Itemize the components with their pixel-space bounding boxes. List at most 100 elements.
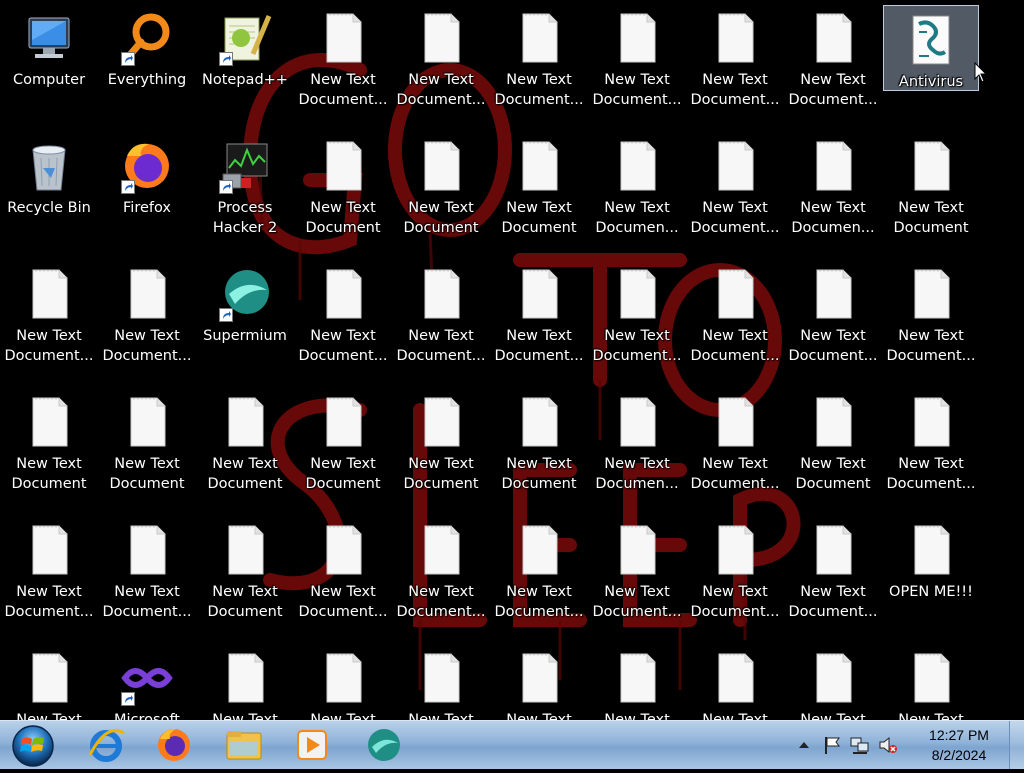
desktop-icon[interactable]: Computer [1,4,97,124]
desktop-icon[interactable]: Microsoft [99,644,195,720]
desktop-icon[interactable]: New Text Document ... [99,388,195,508]
desktop-icon[interactable]: New Text Document... [785,4,881,124]
desktop-icon-label: New Text Document... [298,328,388,364]
recycle-bin-icon [21,138,77,194]
desktop-icon[interactable]: New Text Document (... [491,388,587,508]
desktop-icon[interactable]: Antivirus [883,5,979,91]
taskbar-clock[interactable]: 12:27 PM 8/2/2024 [924,725,994,765]
text-file-icon [805,138,861,194]
desktop-icon-label: New Text Document ... [893,200,969,236]
desktop-icon-label: New Text Document... [396,584,486,620]
desktop-icon[interactable]: New Text Document ... [197,516,293,636]
desktop-icon-label: Microsoft [114,712,180,720]
text-file-icon [21,650,77,706]
text-file-icon [707,522,763,578]
desktop-icon[interactable]: New Text Document... [1,260,97,380]
desktop-icon[interactable]: New Text Document... [883,388,979,508]
desktop-icon[interactable]: New Text Documen... [589,388,685,508]
desktop-icon-label: New Text Document.... [788,328,878,364]
desktop-icon[interactable]: Firefox [99,132,195,252]
desktop-icon[interactable]: New Text Document... [1,516,97,636]
volume-button[interactable] [878,735,898,755]
text-file-icon [119,522,175,578]
desktop-icon-label: New Text Document.... [690,584,780,620]
desktop-icon[interactable]: New Text Document ... [1,388,97,508]
desktop-icon[interactable]: New Text Document... [589,516,685,636]
desktop-icon[interactable]: New Text Document... [491,4,587,124]
desktop-icon-label: New Text Document... [592,584,682,620]
desktop-icon[interactable]: New Text Document... [883,260,979,380]
desktop-icon[interactable]: New Text Document (... [295,388,391,508]
desktop-icon[interactable]: New Text Document [197,388,293,508]
desktop-icon-label: Supermium [203,328,287,344]
taskbar-supermium[interactable] [358,723,410,767]
desktop-icon[interactable]: New Text Document... [785,516,881,636]
desktop-icon[interactable]: New Text Document.... [785,260,881,380]
desktop-icon-label: New Text Documen... [595,200,679,236]
desktop-icon-label: New Text Document... [298,72,388,108]
desktop-icon[interactable]: Notepad++ [197,4,293,124]
start-button[interactable] [10,723,56,769]
action-center-button[interactable] [822,735,842,755]
desktop-icon[interactable]: New Text [197,644,293,720]
desktop-icon-label: New Text Document.... [690,72,780,108]
desktop-icon-label: New Text [702,712,768,720]
desktop-icon[interactable]: New Text Document... [393,260,489,380]
desktop-icon[interactable]: New Text Document... [491,260,587,380]
desktop-icon[interactable]: New Text Document (... [295,132,391,252]
desktop-icon[interactable]: New Text Document.... [687,4,783,124]
visual-studio-icon [119,650,175,706]
desktop-icon[interactable]: New Text [687,644,783,720]
desktop-icon[interactable]: New Text Document ... [785,388,881,508]
desktop-icon[interactable]: New Text Document... [393,516,489,636]
desktop-icon[interactable]: New Text Document ... [883,132,979,252]
desktop-icon[interactable]: New Text Documen... [589,132,685,252]
desktop-icon[interactable]: New Text [1,644,97,720]
desktop-icon[interactable]: New Text Document... [393,4,489,124]
desktop-icon[interactable]: New Text Document (... [393,388,489,508]
desktop-icon[interactable]: New Text Document.... [687,388,783,508]
desktop-icon[interactable]: New Text Document... [99,516,195,636]
desktop-icon[interactable]: Recycle Bin [1,132,97,252]
desktop-icon-label: Everything [107,72,187,88]
desktop-icon[interactable]: New Text Document (... [491,132,587,252]
desktop-icon[interactable]: New Text Document... [589,260,685,380]
desktop-icon[interactable]: New Text [883,644,979,720]
text-file-icon [511,650,567,706]
desktop-icon-label: New Text Document... [494,584,584,620]
show-hidden-icons-button[interactable] [794,735,814,755]
network-button[interactable] [850,735,870,755]
show-desktop-button[interactable] [1009,721,1024,769]
desktop-icon-label: OPEN ME!!! [889,584,973,600]
desktop-icon[interactable]: New Text Document... [295,260,391,380]
desktop-icon[interactable]: New Text [295,644,391,720]
desktop-icon[interactable]: New Text Document.... [687,132,783,252]
desktop-icon[interactable]: New Text Document... [687,260,783,380]
desktop-icon[interactable]: Supermium [197,260,293,380]
desktop-icon[interactable]: New Text Document... [295,516,391,636]
desktop-icon[interactable]: Process Hacker 2 [197,132,293,252]
taskbar-media-player[interactable] [286,723,338,767]
desktop-icon[interactable]: New Text Document.... [687,516,783,636]
taskbar-firefox[interactable] [148,723,200,767]
taskbar-internet-explorer[interactable] [80,723,132,767]
desktop-icon[interactable]: New Text Document... [99,260,195,380]
desktop-icon[interactable]: New Text Documen... [785,132,881,252]
desktop-icon[interactable]: New Text [393,644,489,720]
script-icon [903,12,959,68]
desktop-icon[interactable]: OPEN ME!!! [883,516,979,636]
desktop-icon[interactable]: New Text Document... [589,4,685,124]
text-file-icon [511,522,567,578]
taskbar-file-explorer[interactable] [218,723,270,767]
text-file-icon [315,650,371,706]
shortcut-arrow-icon [121,52,135,66]
desktop: Computer Everything Notepad++ New Text Docu… [0,0,1024,720]
desktop-icon[interactable]: New Text Document... [295,4,391,124]
desktop-icon[interactable]: New Text [785,644,881,720]
desktop-icon[interactable]: Everything [99,4,195,124]
desktop-icon[interactable]: New Text [491,644,587,720]
desktop-icon[interactable]: New Text Document (... [393,132,489,252]
text-file-icon [21,522,77,578]
desktop-icon[interactable]: New Text [589,644,685,720]
desktop-icon[interactable]: New Text Document... [491,516,587,636]
